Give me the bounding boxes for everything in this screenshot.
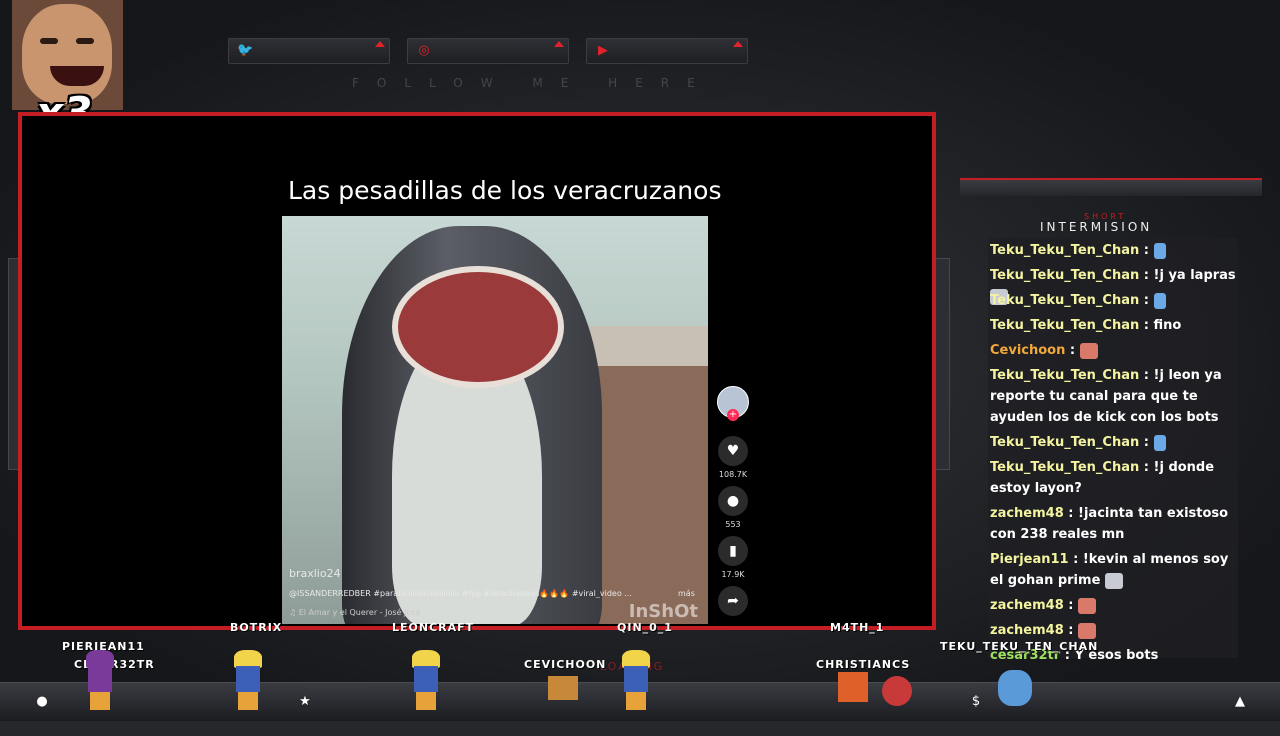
youtube-icon: ▶ (598, 43, 608, 58)
star-icon: ★ (299, 694, 311, 709)
face-emote-icon (1079, 342, 1098, 359)
tiktok-username[interactable]: braxlio24 (289, 567, 341, 580)
viewer-sprite (80, 650, 120, 710)
video-image[interactable]: InShOt (282, 216, 708, 624)
social-bar-youtube[interactable]: ▶ (586, 38, 748, 64)
like-control[interactable]: ♥ 108.7K (716, 436, 750, 479)
sword-icon (1153, 292, 1166, 309)
instagram-icon: ◎ (418, 43, 430, 58)
viewer-name: TEKU_TEKU_TEN_CHAN (940, 640, 1099, 653)
face-emote-icon (1078, 622, 1097, 639)
avatar-eye (40, 38, 58, 44)
viewer-sprite (616, 650, 656, 710)
like-count: 108.7K (718, 470, 748, 479)
triangle-icon (733, 41, 743, 47)
save-count: 17.9K (721, 570, 745, 579)
viewer-name: BOTRIX (230, 621, 283, 634)
save-control[interactable]: ▮ 17.9K (716, 536, 750, 579)
follow-plus-icon[interactable]: + (727, 409, 739, 421)
chat-title: INTERMISION (1040, 220, 1153, 234)
heart-icon[interactable]: ♥ (718, 436, 748, 466)
viewer-sprite (406, 650, 446, 710)
chat-panel[interactable]: Teku_Teku_Ten_Chan : Teku_Teku_Ten_Chan … (988, 238, 1238, 663)
sword-icon (1153, 242, 1166, 259)
video-title: Las pesadillas de los veracruzanos (288, 176, 722, 205)
building (598, 366, 708, 624)
chat-message: Teku_Teku_Ten_Chan : !j leon ya reporte … (990, 368, 1222, 425)
comment-count: 553 (725, 520, 741, 529)
more-link[interactable]: más (678, 589, 695, 598)
avatar-mouth (50, 66, 104, 86)
dollar-icon: $ (971, 694, 981, 709)
chat-message: Teku_Teku_Ten_Chan : (990, 290, 1236, 311)
tiktok-profile[interactable]: + (716, 386, 750, 421)
chat-message: zachem48 : !jacinta tan existoso con 238… (990, 506, 1229, 542)
chat-message: zachem48 : (990, 620, 1236, 641)
share-control[interactable]: ➦ (716, 586, 750, 616)
chat-message: zachem48 : (990, 595, 1236, 616)
triangle-icon (375, 41, 385, 47)
building-roof (588, 326, 708, 366)
shark-mouth (392, 266, 564, 388)
viewer-sprite (990, 668, 1032, 728)
face-emote-icon (1078, 597, 1097, 614)
triangle-icon (554, 41, 564, 47)
social-bar-twitter[interactable]: 🐦 (228, 38, 390, 64)
chat-message: Teku_Teku_Ten_Chan : (990, 432, 1236, 453)
twitter-icon: 🐦 (237, 43, 254, 58)
chat-message: Pierjean11 : !kevin al menos soy el goha… (990, 552, 1229, 589)
chat-message: Teku_Teku_Ten_Chan : !j donde estoy layo… (990, 460, 1215, 496)
follow-text: FOLLOW ME HERE (352, 76, 713, 90)
viewer-sprite (540, 670, 580, 730)
viewer-sprite (830, 666, 870, 726)
viewer-name: M4TH_1 (830, 621, 885, 634)
ghost-icon (1104, 572, 1123, 589)
share-icon[interactable]: ➦ (718, 586, 748, 616)
viewer-sprite (874, 676, 914, 736)
chat-header-bar (960, 178, 1262, 196)
tiktok-description: @ISSANDERREDBER #paratiiiiiiiiiiiiiiiiii… (289, 589, 632, 598)
profile-avatar[interactable]: + (717, 386, 749, 421)
comment-icon[interactable]: ● (718, 486, 748, 516)
tiktok-music[interactable]: ♫ El Amar y el Querer - José José (289, 608, 420, 617)
user-icon: ● (36, 694, 48, 709)
viewer-name: QIN_0_1 (617, 621, 673, 634)
social-bar-instagram[interactable]: ◎ (407, 38, 569, 64)
comment-control[interactable]: ● 553 (716, 486, 750, 529)
viewer-name: LEONCRAFT (392, 621, 475, 634)
chat-message: Teku_Teku_Ten_Chan : fino (990, 318, 1182, 333)
bookmark-icon[interactable]: ▮ (718, 536, 748, 566)
chat-message: Teku_Teku_Ten_Chan : (990, 240, 1236, 261)
chat-message: Cevichoon : (990, 340, 1236, 361)
avatar-eye (76, 38, 94, 44)
inshot-watermark: InShOt (628, 601, 698, 622)
viewer-sprite (228, 650, 268, 710)
drop-icon: ▲ (1235, 694, 1245, 709)
sword-icon (1153, 434, 1166, 451)
